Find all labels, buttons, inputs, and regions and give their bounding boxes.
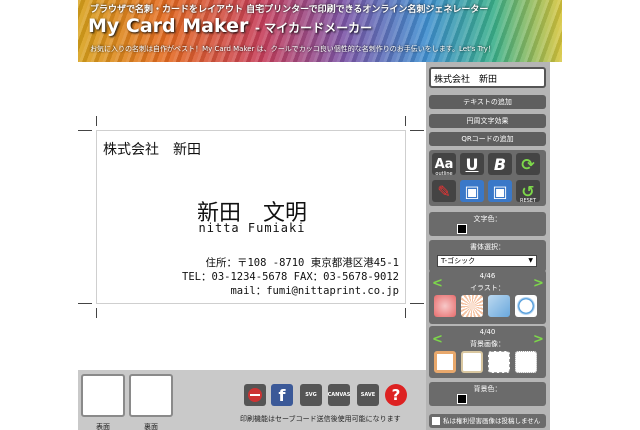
crop-mark — [96, 116, 97, 126]
layer-down-icon[interactable]: ▣ — [488, 180, 512, 202]
circle-text-button[interactable]: 円周文字効果 — [429, 114, 546, 128]
header-tagline: ブラウザで名刺・カードをレイアウト 自宅プリンターで印刷できるオンライン名刺ジェ… — [90, 5, 489, 15]
card-mail-text[interactable]: mail：fumi@nittaprint.co.jp — [230, 283, 399, 298]
pen-icon[interactable]: ✎ — [432, 180, 456, 202]
text-color-label: 文字色： — [473, 215, 502, 223]
background-option[interactable] — [434, 351, 456, 373]
crop-mark — [78, 130, 92, 131]
crop-mark — [78, 303, 92, 304]
outline-label: outline — [435, 171, 453, 177]
illustration-label: イラスト： — [470, 284, 505, 292]
card-canvas: 株式会社 新田 新田 文明 nitta Fumiaki 住所：〒108 -871… — [78, 62, 426, 370]
style-tools: Aa outline U B ⟳ ✎ ▣ ▣ ↺ RESET — [429, 150, 546, 206]
background-color-swatch[interactable] — [457, 394, 467, 404]
font-select-label: 書体選択： — [470, 243, 505, 251]
site-title-sub: - マイカードメーカー — [255, 21, 373, 35]
illustration-option[interactable] — [488, 295, 510, 317]
print-note: 印刷機能はセーブコード送信後使用可能になります — [240, 415, 401, 423]
background-option[interactable] — [488, 351, 510, 373]
illustration-option[interactable] — [461, 295, 483, 317]
illustration-section: 4/46 イラスト： < > — [429, 270, 546, 324]
illustration-counter: 4/46 — [479, 272, 496, 280]
front-thumbnail[interactable] — [81, 374, 125, 417]
font-selected-value: T-ゴシック — [441, 257, 476, 265]
prev-illustration-icon[interactable]: < — [432, 276, 443, 291]
crop-mark — [405, 116, 406, 126]
font-select[interactable]: T-ゴシック ▼ — [437, 255, 537, 267]
crop-mark — [410, 303, 424, 304]
app-root: ブラウザで名刺・カードをレイアウト 自宅プリンターで印刷できるオンライン名刺ジェ… — [0, 0, 640, 430]
facebook-icon[interactable]: f — [271, 384, 293, 406]
card-romaji-text[interactable]: nitta Fumiaki — [97, 221, 407, 235]
save-mail-icon[interactable]: SAVE — [357, 384, 379, 406]
background-label: 背景画像： — [470, 340, 505, 348]
background-color-section: 背景色： — [429, 382, 546, 406]
rights-checkbox-label: 私は権利侵害画像は投稿しません — [443, 417, 541, 425]
print-svg-icon[interactable]: SVG — [300, 384, 322, 406]
site-title[interactable]: My Card Maker - マイカードメーカー — [88, 15, 372, 37]
text-color-swatch[interactable] — [457, 224, 467, 234]
site-header: ブラウザで名刺・カードをレイアウト 自宅プリンターで印刷できるオンライン名刺ジェ… — [78, 0, 562, 62]
rights-checkbox[interactable] — [432, 417, 440, 425]
card-address-text[interactable]: 住所：〒108 -8710 東京都港区港45-1 — [205, 255, 399, 270]
back-thumbnail[interactable] — [129, 374, 173, 417]
bottom-toolbar: 表面 裏面 f SVG CANVAS SAVE ? 印刷機能はセーブコード送信後… — [78, 370, 426, 430]
illustration-option[interactable] — [515, 295, 537, 317]
print-canvas-icon[interactable]: CANVAS — [328, 384, 350, 406]
control-panel: 株式会社 新田 テキストの追加 円周文字効果 QRコードの追加 Aa outli… — [426, 62, 550, 430]
crop-mark — [96, 308, 97, 318]
add-qr-button[interactable]: QRコードの追加 — [429, 132, 546, 146]
next-background-icon[interactable]: > — [533, 332, 544, 347]
font-section: 書体選択： T-ゴシック ▼ — [429, 240, 546, 272]
text-input[interactable]: 株式会社 新田 — [429, 67, 546, 88]
prev-background-icon[interactable]: < — [432, 332, 443, 347]
back-label: 裏面 — [144, 423, 158, 430]
background-option[interactable] — [515, 351, 537, 373]
next-illustration-icon[interactable]: > — [533, 276, 544, 291]
help-icon[interactable]: ? — [385, 384, 407, 406]
rights-checkbox-row: 私は権利侵害画像は投稿しません — [429, 414, 546, 428]
right-margin — [550, 62, 640, 430]
crop-mark — [410, 130, 424, 131]
chevron-down-icon: ▼ — [528, 257, 533, 264]
reset-label: RESET — [519, 198, 537, 204]
background-option[interactable] — [461, 351, 483, 373]
illustration-option[interactable] — [434, 295, 456, 317]
front-label: 表面 — [96, 423, 110, 430]
text-color-section: 文字色： — [429, 212, 546, 236]
rotate-icon[interactable]: ⟳ — [516, 153, 540, 175]
bold-icon[interactable]: B — [488, 153, 512, 175]
card-phone-text[interactable]: TEL：03-1234-5678 FAX：03-5678-9012 — [182, 269, 399, 284]
site-title-main: My Card Maker — [88, 15, 249, 37]
underline-icon[interactable]: U — [460, 153, 484, 175]
background-image-section: 4/40 背景画像： < > — [429, 326, 546, 378]
background-counter: 4/40 — [479, 328, 496, 336]
card-company-text[interactable]: 株式会社 新田 — [103, 139, 201, 159]
delete-icon[interactable] — [244, 384, 266, 406]
crop-mark — [405, 308, 406, 318]
layer-up-icon[interactable]: ▣ — [460, 180, 484, 202]
business-card: 株式会社 新田 新田 文明 nitta Fumiaki 住所：〒108 -871… — [96, 130, 406, 304]
header-description: お気に入りの名刺は自作がベスト！My Card Maker は、クールでカッコ良… — [90, 45, 495, 53]
add-text-button[interactable]: テキストの追加 — [429, 95, 546, 109]
background-color-label: 背景色： — [473, 385, 502, 393]
